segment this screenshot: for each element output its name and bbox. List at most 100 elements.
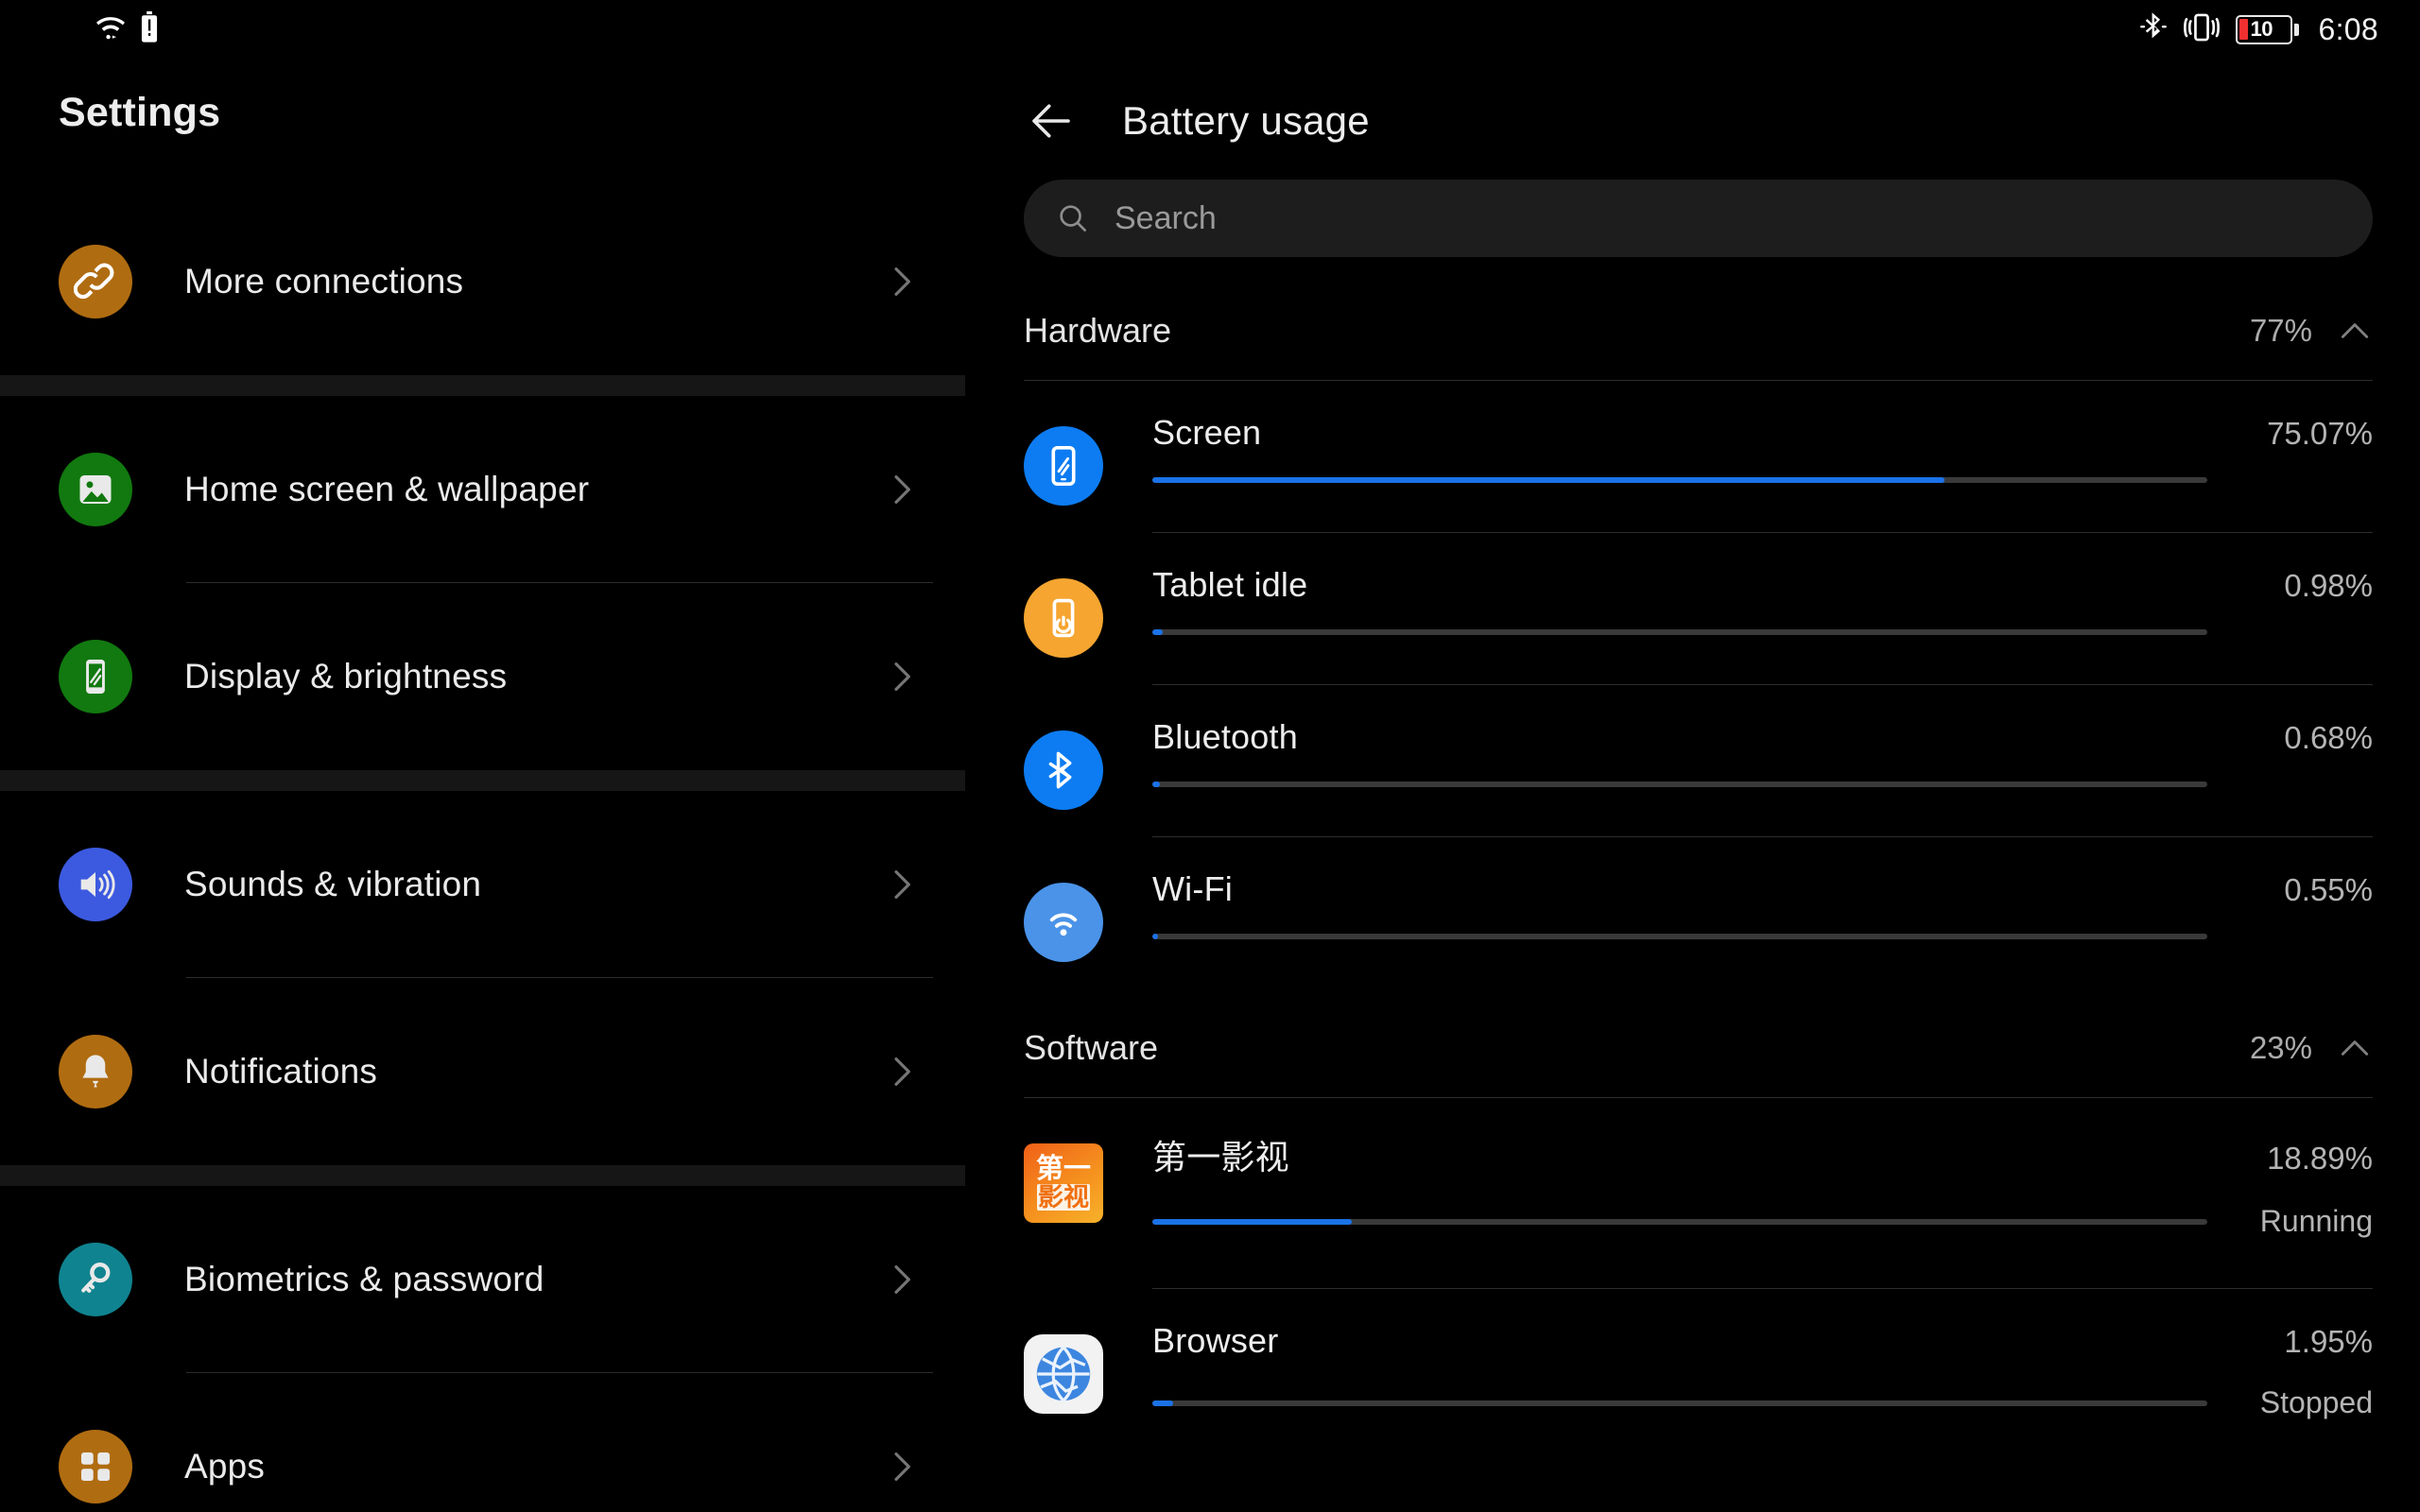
settings-screen: 10 6:08 Settings More connections Home s… [0,0,2420,1512]
search-icon [1060,205,1086,232]
usage-name: Browser [1152,1321,1279,1360]
sidebar-item-label: More connections [184,262,464,301]
phone-brightness-icon [59,640,132,713]
group-divider [0,375,965,396]
chevron-right-icon [894,475,910,504]
image-icon [59,453,132,526]
usage-main: Wi-Fi 0.55% [1152,869,2373,989]
usage-bar-fill [1152,934,1159,939]
section-name: Software [1024,1028,1159,1067]
usage-bar-wrap: Running [1152,1204,2373,1239]
usage-name: Wi-Fi [1152,869,1233,908]
sidebar-group-3: Sounds & vibration Notifications [0,791,965,1165]
usage-bar-fill [1152,629,1163,635]
usage-bar-fill [1152,477,1945,483]
usage-top: Bluetooth 0.68% [1152,717,2373,757]
key-icon [59,1243,132,1316]
usage-percent: 75.07% [2267,416,2373,451]
link-icon [59,245,132,318]
chevron-right-icon [894,1452,910,1481]
usage-bar-track [1152,629,2207,635]
status-bar-right: 10 6:08 [2139,11,2378,48]
search-input[interactable]: Search [1024,180,2373,257]
bell-icon [59,1035,132,1108]
status-battery-indicator: 10 [2235,14,2299,44]
usage-bar-track [1152,1218,2207,1225]
battery-alert-icon [140,10,159,48]
usage-percent: 18.89% [2267,1141,2373,1176]
battery-cap [2293,23,2299,36]
usage-name: Tablet idle [1152,565,1308,604]
usage-bar-track [1152,934,2207,939]
sidebar-item-display-brightness[interactable]: Display & brightness [0,583,965,770]
tablet-idle-icon [1024,578,1103,658]
usage-name: Screen [1152,413,1262,452]
usage-top: Wi-Fi 0.55% [1152,869,2373,909]
arrow-left-icon[interactable] [1024,94,1079,148]
usage-main: Screen 75.07% [1152,413,2373,533]
group-divider [0,1165,965,1186]
settings-sidebar[interactable]: Settings More connections Home screen & … [0,59,965,1512]
section-header-hardware[interactable]: Hardware 77% [1024,282,2373,380]
chevron-right-icon [894,267,910,296]
sidebar-item-biometrics-password[interactable]: Biometrics & password [0,1186,965,1373]
speaker-icon [59,848,132,921]
group-divider [0,770,965,791]
usage-main: 第一影视 18.89% Running [1152,1130,2373,1289]
chevron-up-icon[interactable] [2337,313,2373,349]
battery-usage-panel: Battery usage Search Hardware 77% Screen… [965,59,2420,1512]
page-title: Battery usage [1122,98,1370,143]
usage-bar-track [1152,1400,2207,1406]
sidebar-item-more-connections[interactable]: More connections [0,188,965,375]
usage-row[interactable]: Bluetooth 0.68% [1024,685,2373,837]
usage-state: Running [2259,1204,2373,1238]
usage-name: 第一影视 [1152,1138,1289,1177]
sidebar-item-label: Apps [184,1447,266,1486]
usage-row[interactable]: Wi-Fi 0.55% [1024,837,2373,989]
sidebar-item-label: Notifications [184,1052,378,1091]
sidebar-group-2: Home screen & wallpaper Display & bright… [0,396,965,770]
svg-text:第一: 第一 [1036,1152,1091,1184]
usage-top: Screen 75.07% [1152,413,2373,453]
section-percent: 77% [2249,313,2312,348]
app-diyiyingshi-icon: 第一 影视 [1024,1143,1103,1223]
chevron-right-icon [894,1057,910,1086]
usage-top: 第一影视 18.89% [1152,1130,2373,1179]
sidebar-item-apps[interactable]: Apps [0,1373,965,1512]
sidebar-item-label: Biometrics & password [184,1260,544,1298]
sidebar-group-4: Biometrics & password Apps Bat [0,1186,965,1512]
usage-bar-wrap [1152,934,2373,939]
usage-row[interactable]: Browser 1.95% Stopped [1024,1289,2373,1420]
usage-percent: 0.68% [2284,720,2373,755]
usage-row[interactable]: 第一 影视 第一影视 18.89% Running [1024,1098,2373,1289]
usage-main: Tablet idle 0.98% [1152,565,2373,685]
usage-row[interactable]: Screen 75.07% [1024,381,2373,533]
bluetooth-icon [1024,730,1103,810]
bluetooth-icon [2139,11,2168,48]
battery-body: 10 [2235,14,2292,44]
svg-text:影视: 影视 [1038,1183,1089,1211]
wifi-icon [1024,883,1103,962]
chevron-right-icon [894,1265,910,1294]
usage-bar-wrap [1152,782,2373,787]
sidebar-item-sounds-vibration[interactable]: Sounds & vibration [0,791,965,978]
usage-row[interactable]: Tablet idle 0.98% [1024,533,2373,685]
usage-bar-track [1152,782,2207,787]
status-bar-left [95,10,159,48]
usage-top: Tablet idle 0.98% [1152,565,2373,605]
chevron-up-icon[interactable] [2337,1030,2373,1066]
sidebar-item-notifications[interactable]: Notifications [0,978,965,1165]
sidebar-item-home-screen-wallpaper[interactable]: Home screen & wallpaper [0,396,965,583]
usage-top: Browser 1.95% [1152,1321,2373,1361]
main-body: Settings More connections Home screen & … [0,59,2420,1512]
usage-bar-wrap [1152,477,2373,483]
usage-main: Bluetooth 0.68% [1152,717,2373,837]
vibrate-icon [2183,12,2220,47]
usage-name: Bluetooth [1152,717,1298,756]
section-percent: 23% [2249,1030,2312,1065]
screen-icon [1024,426,1103,506]
status-bar: 10 6:08 [0,0,2420,59]
usage-main: Browser 1.95% Stopped [1152,1321,2373,1420]
usage-percent: 0.98% [2284,568,2373,603]
section-header-software[interactable]: Software 23% [1024,999,2373,1097]
